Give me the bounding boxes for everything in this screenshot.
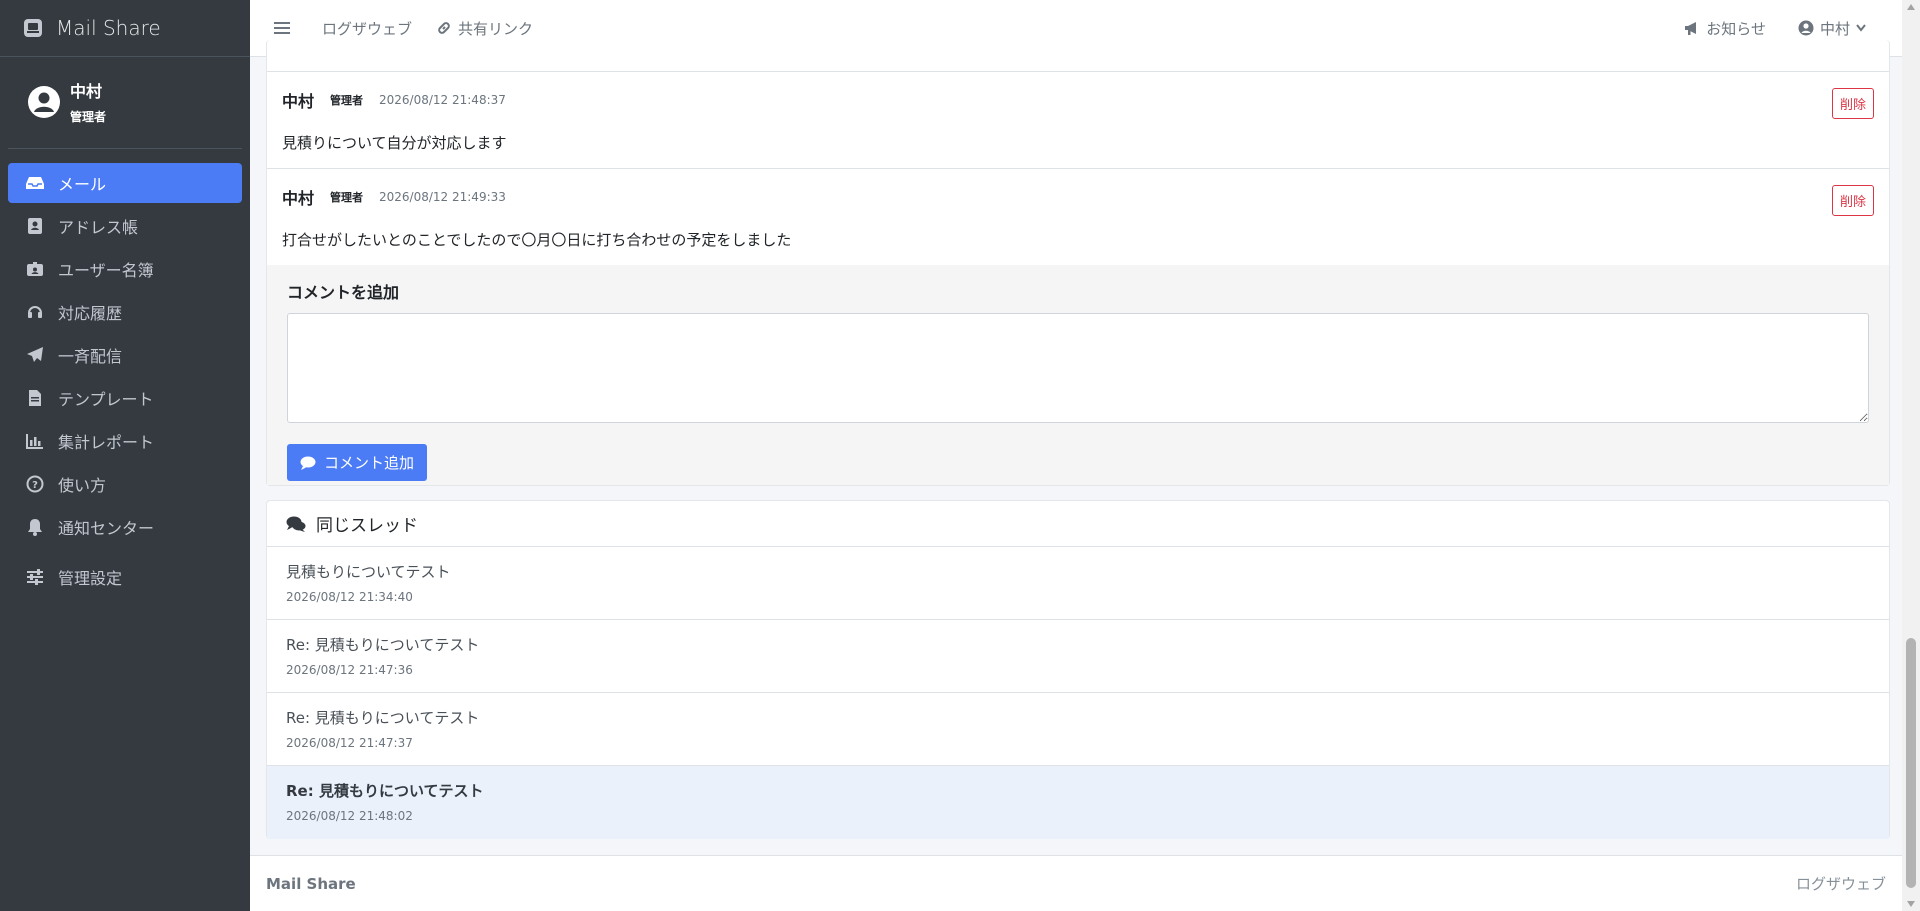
megaphone-icon — [1685, 22, 1697, 35]
thread-date: 2026/08/12 21:48:02 — [286, 809, 413, 823]
add-comment-button[interactable]: コメント追加 — [287, 444, 428, 481]
footer: Mail Share ログザウェブ — [250, 855, 1902, 911]
sidebar-item-label: 集計レポート — [58, 433, 155, 452]
sidebar-item-history[interactable]: 対応履歴 — [8, 292, 242, 332]
thread-date: 2026/08/12 21:34:40 — [286, 590, 413, 604]
svg-text:?: ? — [32, 480, 38, 491]
menu-toggle-icon[interactable] — [274, 21, 290, 35]
topbar-right: お知らせ 中村 — [1652, 18, 1866, 39]
thread-subject: Re: 見積もりについてテスト — [286, 709, 480, 727]
thread-item[interactable]: Re: 見積もりについてテスト 2026/08/12 21:47:37 — [267, 693, 1889, 766]
user-name: 中村 — [70, 82, 103, 101]
thread-subject: Re: 見積もりについてテスト — [286, 782, 484, 800]
user-panel[interactable]: 中村 管理者 — [8, 57, 242, 149]
scroll-thumb[interactable] — [1906, 638, 1916, 888]
same-thread-card: 同じスレッド 見積もりについてテスト 2026/08/12 21:34:40 R… — [266, 500, 1890, 839]
comment-item: 中村 管理者 2026/08/12 21:48:37 見積りについて自分が対応し… — [267, 71, 1889, 168]
comment-textarea[interactable] — [287, 313, 1869, 423]
footer-link[interactable]: ログザウェブ — [1796, 873, 1886, 894]
headset-icon — [26, 303, 44, 321]
top-link-label: 共有リンク — [458, 19, 534, 38]
footer-brand: Mail Share — [266, 874, 356, 893]
bell-icon — [26, 518, 44, 536]
sidebar: Mail Share 中村 管理者 メール アドレス帳 ユーザー名簿 対応履歴 — [0, 0, 250, 911]
comment-time: 2026/08/12 21:49:33 — [379, 190, 506, 204]
thread-subject: Re: 見積もりについてテスト — [286, 636, 480, 654]
chevron-down-icon — [1856, 24, 1866, 32]
paper-plane-icon — [26, 346, 44, 364]
sidebar-nav: メール アドレス帳 ユーザー名簿 対応履歴 一斉配信 テンプレート 集計レポート… — [0, 149, 250, 597]
sidebar-item-broadcast[interactable]: 一斉配信 — [8, 335, 242, 375]
id-badge-icon — [26, 260, 44, 278]
user-menu-label: 中村 — [1819, 19, 1850, 38]
sidebar-item-label: メール — [58, 175, 107, 194]
comment-body: 打合せがしたいとのことでしたので〇月〇日に打ち合わせの予定をしました — [282, 231, 792, 249]
bar-chart-icon — [26, 432, 44, 450]
sidebar-item-label: 一斉配信 — [58, 347, 123, 366]
address-book-icon — [26, 217, 44, 235]
sidebar-item-label: テンプレート — [58, 390, 154, 409]
delete-comment-button[interactable]: 削除 — [1831, 185, 1874, 216]
comment-icon — [300, 456, 316, 470]
comment-time: 2026/08/12 21:48:37 — [379, 93, 506, 107]
add-comment-button-label: コメント追加 — [324, 455, 415, 472]
thread-date: 2026/08/12 21:47:36 — [286, 663, 413, 677]
thread-item[interactable]: Re: 見積もりについてテスト 2026/08/12 21:47:36 — [267, 620, 1889, 693]
delete-comment-button[interactable]: 削除 — [1831, 88, 1874, 119]
sidebar-item-reports[interactable]: 集計レポート — [8, 421, 242, 461]
notice-link[interactable]: お知らせ — [1684, 18, 1766, 39]
scroll-up-arrow-icon[interactable] — [1907, 4, 1915, 10]
thread-title: 同じスレッド — [316, 516, 418, 536]
user-circle-icon — [1798, 20, 1814, 36]
sidebar-item-admin-settings[interactable]: 管理設定 — [8, 557, 242, 597]
sidebar-item-address-book[interactable]: アドレス帳 — [8, 206, 242, 246]
user-role: 管理者 — [70, 110, 107, 124]
thread-header: 同じスレッド — [267, 501, 1889, 547]
sidebar-item-label: 管理設定 — [58, 569, 123, 588]
sidebar-item-label: アドレス帳 — [58, 218, 139, 237]
comments-icon — [286, 516, 306, 532]
sidebar-item-mail[interactable]: メール — [8, 163, 242, 203]
comment-author: 中村 — [282, 92, 315, 111]
user-menu[interactable]: 中村 — [1798, 18, 1866, 39]
sidebar-item-label: 対応履歴 — [58, 304, 123, 323]
thread-subject: 見積もりについてテスト — [286, 563, 451, 581]
inbox-icon — [26, 174, 44, 192]
comment-author: 中村 — [282, 189, 315, 208]
comment-body: 見積りについて自分が対応します — [282, 134, 507, 152]
comment-role-badge: 管理者 — [330, 191, 364, 204]
scroll-down-arrow-icon[interactable] — [1907, 901, 1915, 907]
sliders-icon — [26, 568, 44, 586]
comments-card: 中村 管理者 2026/08/12 21:48:37 見積りについて自分が対応し… — [266, 40, 1890, 486]
brand[interactable]: Mail Share — [0, 0, 250, 57]
sidebar-item-templates[interactable]: テンプレート — [8, 378, 242, 418]
top-link-share[interactable]: 共有リンク — [436, 18, 533, 39]
sidebar-item-label: 使い方 — [58, 476, 107, 495]
sidebar-item-help[interactable]: ? 使い方 — [8, 464, 242, 504]
page-scrollbar[interactable] — [1902, 0, 1920, 911]
notice-label: お知らせ — [1706, 19, 1766, 38]
user-avatar-icon — [28, 85, 60, 118]
thread-date: 2026/08/12 21:47:37 — [286, 736, 413, 750]
brand-title: Mail Share — [56, 16, 161, 40]
add-comment-form: コメントを追加 コメント追加 — [267, 265, 1889, 485]
thread-item-active[interactable]: Re: 見積もりについてテスト 2026/08/12 21:48:02 — [267, 766, 1889, 839]
link-icon — [438, 22, 450, 34]
sidebar-item-notifications[interactable]: 通知センター — [8, 507, 242, 547]
question-circle-icon: ? — [26, 475, 44, 493]
sidebar-item-label: ユーザー名簿 — [58, 261, 154, 280]
mail-box-icon — [24, 19, 42, 37]
thread-item[interactable]: 見積もりについてテスト 2026/08/12 21:34:40 — [267, 547, 1889, 620]
comment-item: 中村 管理者 2026/08/12 21:49:33 打合せがしたいとのことでし… — [267, 168, 1889, 265]
add-comment-label: コメントを追加 — [287, 283, 400, 302]
comment-role-badge: 管理者 — [330, 94, 364, 107]
sidebar-item-label: 通知センター — [58, 519, 155, 538]
sidebar-item-user-directory[interactable]: ユーザー名簿 — [8, 249, 242, 289]
top-link-logzaweb[interactable]: ログザウェブ — [322, 18, 412, 39]
file-icon — [26, 389, 44, 407]
top-link-label: ログザウェブ — [322, 19, 413, 38]
